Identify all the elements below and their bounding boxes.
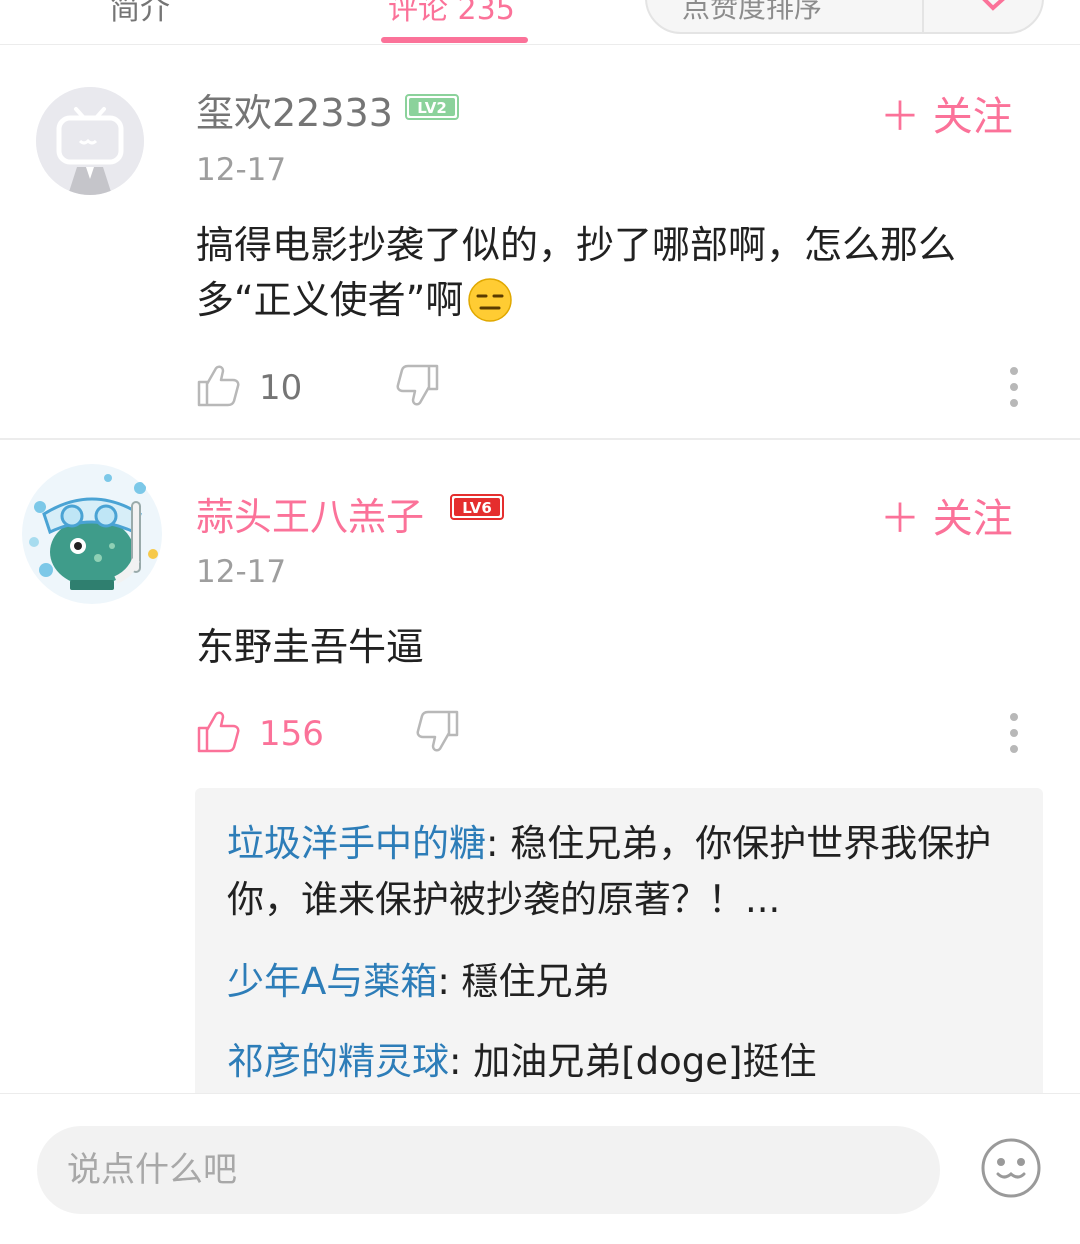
reply-username[interactable]: 祁彦的精灵球 <box>227 1040 449 1083</box>
thumb-down-icon[interactable] <box>416 709 460 755</box>
level-text: LV2 <box>417 99 447 117</box>
more-vertical-icon[interactable] <box>1006 366 1022 408</box>
reply-item[interactable]: 垃圾洋手中的糖: 稳住兄弟，你保护世界我保护你，谁来保护被抄袭的原著？！... <box>227 816 1017 928</box>
comment-text: 搞得电影抄袭了似的，抄了哪部啊，怎么那么多“正义使者”啊 <box>196 218 1026 328</box>
reply-item[interactable]: 祁彦的精灵球: 加油兄弟[doge]挺住 <box>227 1034 1017 1090</box>
fish-avatar-icon <box>22 464 162 604</box>
reply-text: : 加油兄弟[doge]挺住 <box>449 1040 817 1083</box>
comment-text-content: 搞得电影抄袭了似的，抄了哪部啊，怎么那么多“正义使者”啊 <box>196 223 957 322</box>
comment-input-bar <box>0 1093 1080 1244</box>
level-text: LV6 <box>462 499 492 517</box>
like-count: 10 <box>259 368 303 408</box>
thumb-down-icon[interactable] <box>396 363 440 409</box>
username[interactable]: 蒜头王八羔子 <box>196 486 424 541</box>
more-vertical-icon[interactable] <box>1006 712 1022 754</box>
thumb-up-icon[interactable] <box>196 708 240 754</box>
thumb-up-icon[interactable] <box>196 362 240 408</box>
reply-text: : 穩住兄弟 <box>437 960 610 1003</box>
comment-text: 东野圭吾牛逼 <box>196 625 425 669</box>
follow-button[interactable]: ＋ 关注 <box>880 486 1013 544</box>
avatar[interactable] <box>36 87 144 195</box>
reply-username[interactable]: 少年A与薬箱 <box>227 960 437 1003</box>
reply-username[interactable]: 垃圾洋手中的糖 <box>227 822 486 865</box>
comment-input[interactable] <box>37 1126 940 1214</box>
comment-date: 12-17 <box>196 554 287 590</box>
reply-item[interactable]: 少年A与薬箱: 穩住兄弟 <box>227 954 1017 1010</box>
expressionless-emoji-icon <box>468 278 513 322</box>
default-avatar-icon <box>36 87 144 195</box>
like-count: 156 <box>259 714 324 754</box>
emoji-icon[interactable] <box>980 1137 1042 1199</box>
username[interactable]: 玺欢22333 <box>196 82 393 137</box>
comment-item: 玺欢22333 LV2 ＋ 关注 12-17 搞得电影抄袭了似的，抄了哪部啊，怎… <box>0 0 1080 440</box>
replies-box[interactable]: 垃圾洋手中的糖: 稳住兄弟，你保护世界我保护你，谁来保护被抄袭的原著？！... … <box>195 788 1043 1118</box>
comment-date: 12-17 <box>196 152 287 188</box>
avatar[interactable] <box>20 462 164 606</box>
follow-button[interactable]: ＋ 关注 <box>880 84 1013 142</box>
level-badge: LV6 <box>450 494 504 520</box>
level-badge: LV2 <box>405 94 459 120</box>
